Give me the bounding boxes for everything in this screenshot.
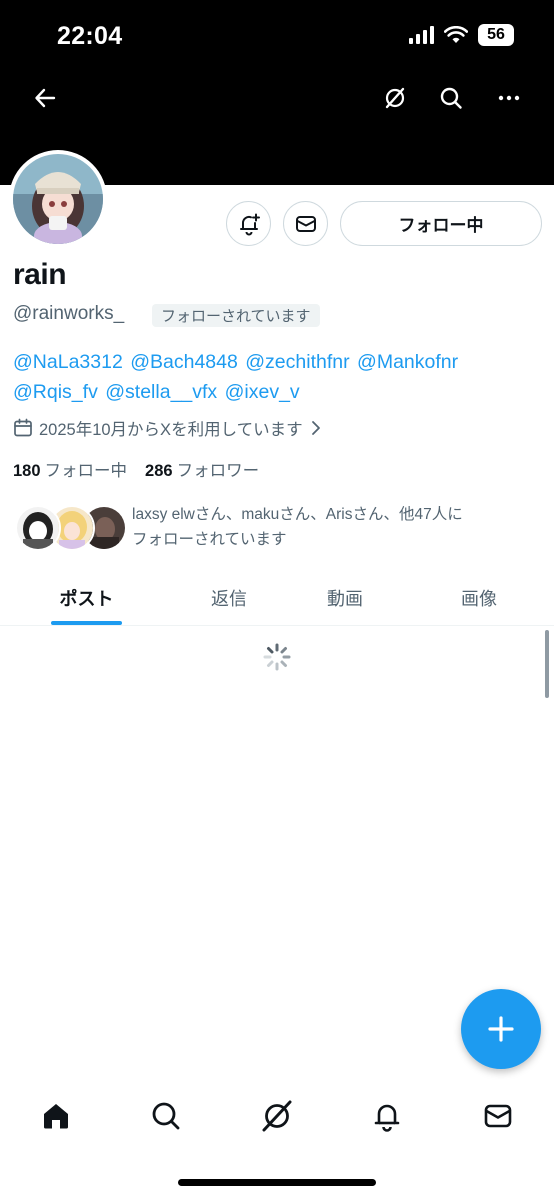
known-followers-line: フォローされています xyxy=(132,531,287,548)
following-count-link[interactable]: 180 フォロー中 xyxy=(13,457,127,481)
search-button[interactable] xyxy=(435,82,467,114)
profile-tabs: ポスト 返信 動画 画像 xyxy=(0,570,554,626)
known-followers[interactable]: laxsy elwさん、makuさん、Arisさん、他47人に フォローされてい… xyxy=(13,502,543,554)
nav-grok[interactable] xyxy=(257,1096,297,1136)
notify-button[interactable] xyxy=(226,201,271,246)
status-icons: 56 xyxy=(409,24,514,46)
nav-search[interactable] xyxy=(146,1096,186,1136)
calendar-icon xyxy=(14,418,32,437)
nav-home[interactable] xyxy=(36,1096,76,1136)
notifications-icon xyxy=(374,1104,400,1132)
known-followers-avatars xyxy=(15,505,127,553)
back-button[interactable] xyxy=(29,82,61,114)
display-name: rain xyxy=(13,258,67,291)
bio-mention[interactable]: @NaLa3312 xyxy=(13,351,123,373)
joined-date: 2025年10月からXを利用しています xyxy=(39,421,303,439)
chevron-right-icon xyxy=(311,421,320,435)
battery-indicator: 56 xyxy=(478,24,514,46)
followers-label: フォロワー xyxy=(176,462,260,480)
followers-count: 286 xyxy=(145,462,173,480)
grok-icon xyxy=(262,1100,292,1132)
grok-icon xyxy=(385,87,405,109)
status-time: 22:04 xyxy=(57,22,123,50)
user-handle: @rainworks_ xyxy=(13,303,125,324)
wifi-icon xyxy=(444,26,468,43)
active-tab-indicator xyxy=(51,621,122,625)
following-button[interactable]: フォロー中 xyxy=(340,201,542,246)
search-icon xyxy=(152,1102,180,1130)
home-icon xyxy=(44,1104,68,1129)
message-button[interactable] xyxy=(283,201,328,246)
plus-icon xyxy=(488,1016,514,1042)
bio-mention[interactable]: @ixev_v xyxy=(225,381,300,403)
compose-post-button[interactable] xyxy=(461,989,541,1069)
home-indicator[interactable] xyxy=(178,1179,376,1186)
avatar xyxy=(15,505,61,551)
bio-mention[interactable]: @stella__vfx xyxy=(105,381,217,403)
bio-mention[interactable]: @Rqis_fv xyxy=(13,381,98,403)
loading-spinner-icon xyxy=(263,643,291,671)
follow-counts: 180 フォロー中 286 フォロワー xyxy=(13,457,259,481)
nav-notifications[interactable] xyxy=(367,1096,407,1136)
tab-videos[interactable]: 動画 xyxy=(296,570,394,626)
tab-images[interactable]: 画像 xyxy=(430,570,528,626)
nav-messages[interactable] xyxy=(478,1096,518,1136)
bio-mention[interactable]: @Bach4848 xyxy=(130,351,238,373)
bottom-navigation xyxy=(0,1082,554,1152)
tab-posts[interactable]: ポスト xyxy=(28,570,145,626)
back-arrow-icon xyxy=(35,88,56,108)
following-count: 180 xyxy=(13,462,41,480)
following-label: フォロー中 xyxy=(44,462,128,480)
bio-mention[interactable]: @zechithfnr xyxy=(245,351,349,373)
scrollbar[interactable] xyxy=(545,630,549,698)
cellular-signal-icon xyxy=(409,26,434,44)
profile-avatar[interactable] xyxy=(9,150,107,248)
bio-mention[interactable]: @Mankofnr xyxy=(357,351,458,373)
more-button[interactable] xyxy=(493,82,525,114)
tab-replies[interactable]: 返信 xyxy=(180,570,278,626)
grok-button[interactable] xyxy=(379,82,411,114)
followers-count-link[interactable]: 286 フォロワー xyxy=(145,457,259,481)
more-icon xyxy=(498,95,520,101)
envelope-icon xyxy=(295,215,316,232)
known-followers-text: laxsy elwさん、makuさん、Arisさん、他47人に フォローされてい… xyxy=(132,502,542,552)
joined-date-row[interactable]: 2025年10月からXを利用しています xyxy=(13,416,323,440)
follows-you-badge: フォローされています xyxy=(152,304,320,327)
bio: @NaLa3312 @Bach4848 @zechithfnr @Mankofn… xyxy=(13,347,543,407)
known-followers-line: laxsy elwさん、makuさん、Arisさん、他47人に xyxy=(132,506,463,523)
bell-plus-icon xyxy=(239,213,260,235)
avatar-image xyxy=(13,154,103,244)
search-icon xyxy=(440,87,462,109)
messages-icon xyxy=(484,1104,512,1128)
